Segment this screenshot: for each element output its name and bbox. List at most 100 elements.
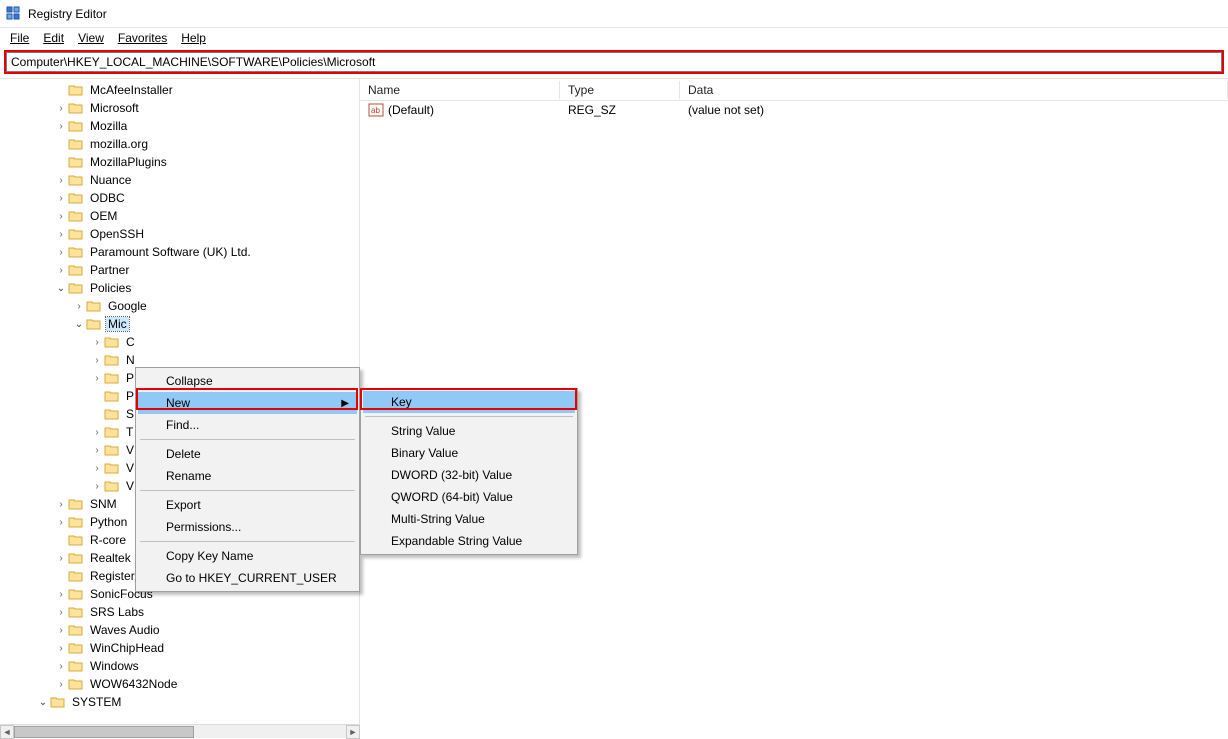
ctx-new-expandable-string-value[interactable]: Expandable String Value [363,530,575,552]
ctx-permissions[interactable]: Permissions... [138,516,357,538]
folder-icon [104,425,120,439]
ctx-new-multi-string-value[interactable]: Multi-String Value [363,508,575,530]
chevron-right-icon[interactable]: › [54,121,68,132]
scroll-track[interactable] [14,725,346,739]
chevron-right-icon[interactable]: › [54,103,68,114]
menu-view[interactable]: View [72,30,110,46]
tree-item[interactable]: ›OEM [0,207,359,225]
col-data[interactable]: Data [680,81,1228,99]
chevron-right-icon[interactable]: › [54,517,68,528]
tree-item-label: Google [106,299,149,313]
tree-item-label: SYSTEM [70,695,123,709]
chevron-right-icon[interactable]: › [90,463,104,474]
chevron-right-icon[interactable]: › [90,427,104,438]
scroll-right-button[interactable]: ► [346,725,360,739]
tree-item[interactable]: ›WinChipHead [0,639,359,657]
tree-item[interactable]: ⌄Policies [0,279,359,297]
context-submenu-new: Key String Value Binary Value DWORD (32-bit… [360,388,578,555]
tree-item[interactable]: › Google [0,297,359,315]
folder-icon [68,605,84,619]
tree-item[interactable]: ›ODBC [0,189,359,207]
chevron-right-icon[interactable]: › [54,625,68,636]
chevron-right-icon[interactable]: › [90,337,104,348]
chevron-right-icon[interactable]: › [90,481,104,492]
address-input[interactable] [6,52,1222,72]
chevron-right-icon[interactable]: › [54,247,68,258]
ctx-delete[interactable]: Delete [138,443,357,465]
chevron-right-icon[interactable]: › [54,589,68,600]
tree-item[interactable]: ›C [0,333,359,351]
ctx-new-string-value[interactable]: String Value [363,420,575,442]
ctx-new-key[interactable]: Key [363,391,575,413]
chevron-right-icon[interactable]: › [90,445,104,456]
menu-item-label: Copy Key Name [166,549,253,563]
ctx-collapse[interactable]: Collapse [138,370,357,392]
chevron-right-icon[interactable]: › [54,211,68,222]
menu-favorites[interactable]: Favorites [112,30,173,46]
ctx-export[interactable]: Export [138,494,357,516]
menu-item-label: String Value [391,424,455,438]
tree-item[interactable]: McAfeeInstaller [0,81,359,99]
tree-item[interactable]: › OpenSSH [0,225,359,243]
tree-item[interactable]: MozillaPlugins [0,153,359,171]
menu-file[interactable]: File [4,30,35,46]
ctx-new[interactable]: New▶ [138,392,357,414]
chevron-right-icon[interactable]: › [72,301,86,312]
menu-edit[interactable]: Edit [37,30,70,46]
ctx-find[interactable]: Find... [138,414,357,436]
chevron-right-icon[interactable]: › [54,553,68,564]
folder-icon [68,659,84,673]
tree-item-label: OpenSSH [88,227,146,241]
ctx-rename[interactable]: Rename [138,465,357,487]
chevron-right-icon[interactable]: › [90,373,104,384]
tree-item[interactable]: ›Paramount Software (UK) Ltd. [0,243,359,261]
tree-item-label: MozillaPlugins [88,155,169,169]
string-value-icon: ab [368,103,384,117]
ctx-new-qword-64-bit-value[interactable]: QWORD (64-bit) Value [363,486,575,508]
addressbar-highlight [4,50,1224,74]
tree-item[interactable]: ›Partner [0,261,359,279]
tree-item-label: C [124,335,137,349]
scroll-thumb[interactable] [14,726,194,738]
value-row[interactable]: ab(Default)REG_SZ(value not set) [360,101,1228,119]
ctx-copy-key-name[interactable]: Copy Key Name [138,545,357,567]
folder-icon [68,209,84,223]
chevron-right-icon[interactable]: › [90,355,104,366]
chevron-right-icon[interactable]: › [54,607,68,618]
menu-help[interactable]: Help [175,30,212,46]
tree-item[interactable]: ›Windows [0,657,359,675]
value-data: (value not set) [680,103,1228,117]
tree-item[interactable]: › SRS Labs [0,603,359,621]
chevron-down-icon[interactable]: ⌄ [36,697,50,708]
chevron-right-icon[interactable]: › [54,499,68,510]
ctx-go-to-hkey-current-user[interactable]: Go to HKEY_CURRENT_USER [138,567,357,589]
chevron-right-icon[interactable]: › [54,679,68,690]
menu-item-label: DWORD (32-bit) Value [391,468,512,482]
chevron-right-icon[interactable]: › [54,229,68,240]
tree-item[interactable]: ⌄Mic [0,315,359,333]
ctx-new-dword-32-bit-value[interactable]: DWORD (32-bit) Value [363,464,575,486]
tree-item[interactable]: mozilla.org [0,135,359,153]
submenu-arrow-icon: ▶ [341,398,349,409]
tree-item[interactable]: ⌄ SYSTEM [0,693,359,711]
chevron-right-icon[interactable]: › [54,175,68,186]
tree-item[interactable]: ›WOW6432Node [0,675,359,693]
chevron-right-icon[interactable]: › [54,643,68,654]
menu-separator [140,439,355,440]
tree-item[interactable]: ›Nuance [0,171,359,189]
ctx-new-binary-value[interactable]: Binary Value [363,442,575,464]
chevron-right-icon[interactable]: › [54,193,68,204]
scroll-left-button[interactable]: ◄ [0,725,14,739]
col-name[interactable]: Name [360,81,560,99]
chevron-right-icon[interactable]: › [54,265,68,276]
tree-item[interactable]: ›Waves Audio [0,621,359,639]
chevron-down-icon[interactable]: ⌄ [54,283,68,294]
chevron-right-icon[interactable]: › [54,661,68,672]
tree-item[interactable]: ›Microsoft [0,99,359,117]
tree-hscrollbar[interactable]: ◄ ► [0,724,360,738]
tree-item-label: SRS Labs [88,605,146,619]
col-type[interactable]: Type [560,81,680,99]
tree-item[interactable]: ›Mozilla [0,117,359,135]
folder-icon [68,497,84,511]
chevron-down-icon[interactable]: ⌄ [72,319,86,330]
